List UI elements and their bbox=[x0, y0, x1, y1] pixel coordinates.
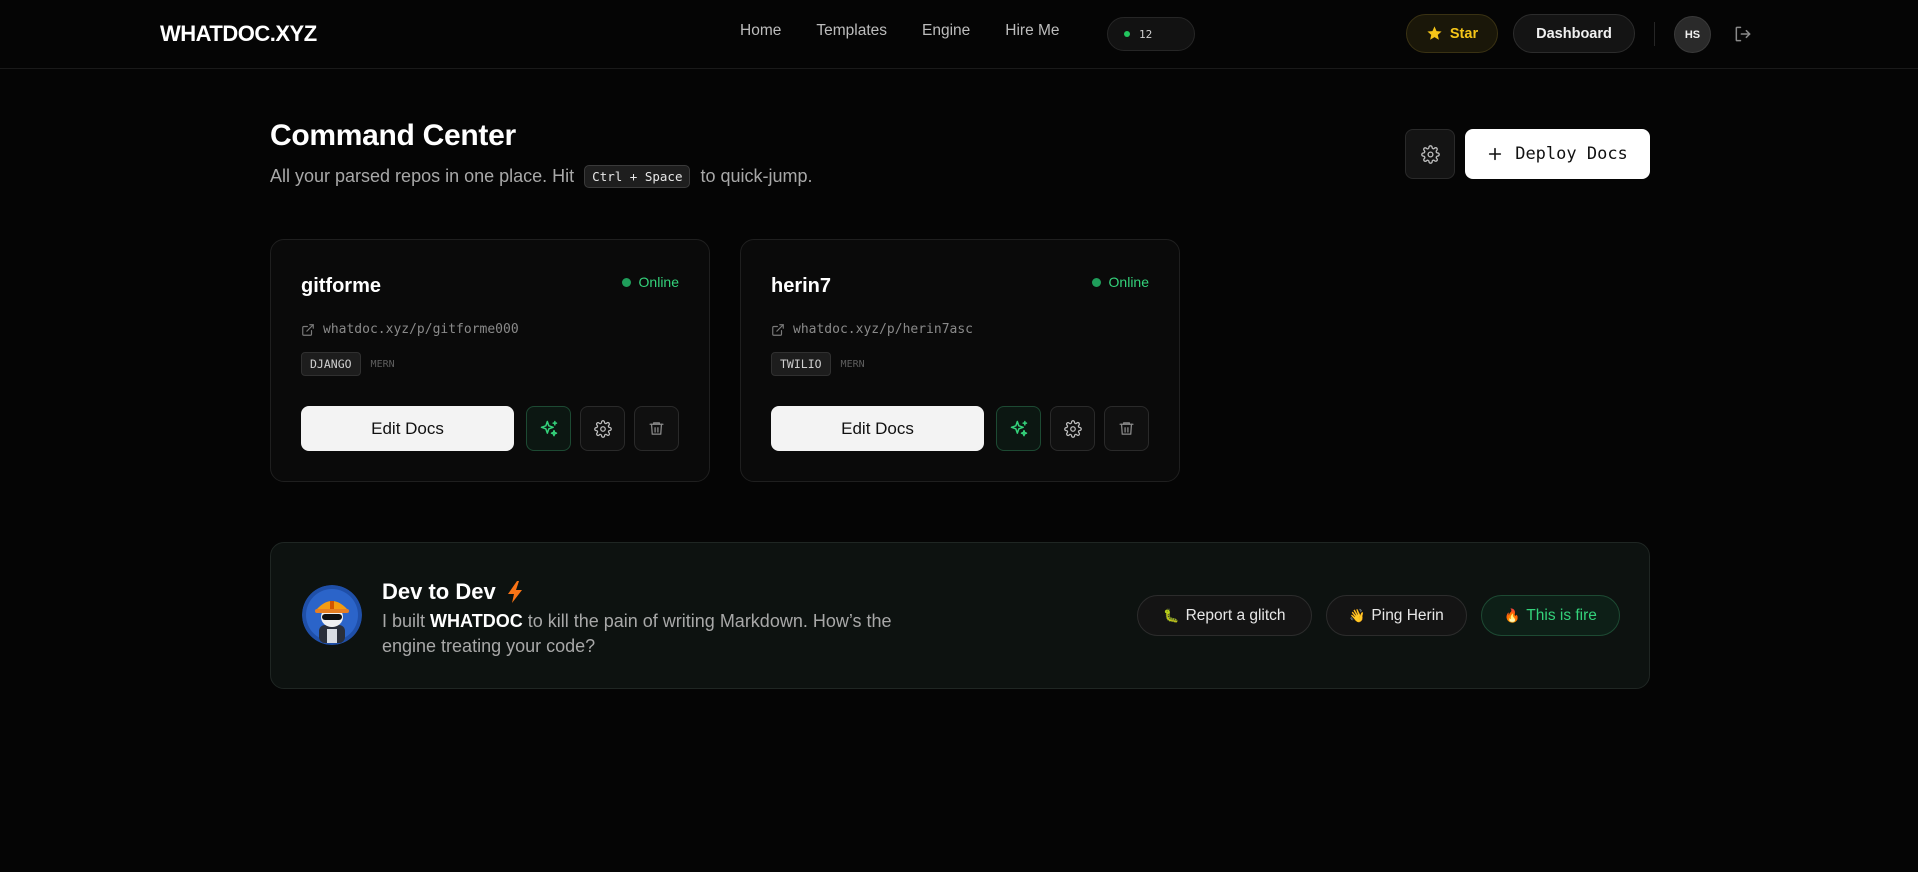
external-link-icon bbox=[772, 323, 784, 336]
status-dot-icon bbox=[1091, 277, 1101, 287]
developer-avatar bbox=[302, 585, 362, 645]
page-title: Command Center bbox=[270, 119, 516, 152]
project-name: herin7 bbox=[771, 275, 832, 297]
edit-docs-button[interactable]: Edit Docs bbox=[301, 406, 514, 451]
status-label: Online bbox=[638, 274, 679, 290]
global-settings-button[interactable] bbox=[1405, 129, 1455, 179]
brand-word: WHATDOC bbox=[430, 611, 523, 631]
ai-generate-button[interactable] bbox=[526, 406, 571, 451]
status-badge: Online bbox=[1091, 274, 1149, 290]
project-url: whatdoc.xyz/p/gitforme000 bbox=[323, 322, 519, 337]
project-url-link[interactable]: whatdoc.xyz/p/gitforme000 bbox=[301, 322, 519, 337]
status-label: Online bbox=[1108, 274, 1149, 290]
nav-hire-me[interactable]: Hire Me bbox=[1005, 22, 1059, 40]
delete-project-button[interactable] bbox=[1104, 406, 1149, 451]
banner-message: I built WHATDOC to kill the pain of writ… bbox=[382, 611, 892, 656]
ai-generate-button[interactable] bbox=[996, 406, 1041, 451]
fire-icon: 🔥 bbox=[1504, 607, 1521, 623]
project-card: herin7 Online whatdoc.xyz/p/herin7asc TW… bbox=[740, 239, 1180, 482]
subtitle-text-before: All your parsed repos in one place. Hit bbox=[270, 166, 575, 186]
logout-icon[interactable] bbox=[1733, 24, 1753, 44]
shortcut-key: Ctrl + Space bbox=[584, 165, 691, 188]
user-avatar[interactable]: HS bbox=[1674, 16, 1711, 53]
wave-icon: 👋 bbox=[1349, 607, 1366, 623]
status-badge: Online bbox=[621, 274, 679, 290]
project-tags: TWILIO MERN bbox=[771, 352, 865, 376]
gear-icon bbox=[1420, 144, 1440, 164]
dashboard-button[interactable]: Dashboard bbox=[1513, 14, 1635, 53]
project-url-link[interactable]: whatdoc.xyz/p/herin7asc bbox=[771, 322, 973, 337]
main-nav: Home Templates Engine Hire Me bbox=[740, 22, 1060, 40]
plus-icon bbox=[1489, 147, 1502, 161]
header-divider bbox=[1654, 22, 1655, 46]
star-button[interactable]: Star bbox=[1406, 14, 1498, 53]
deploy-label: Deploy Docs bbox=[1515, 144, 1628, 164]
live-users-badge: 12 bbox=[1107, 17, 1195, 51]
sparkles-icon bbox=[1010, 420, 1027, 436]
project-settings-button[interactable] bbox=[580, 406, 625, 451]
top-navbar: WHATDOC.XYZ Home Templates Engine Hire M… bbox=[0, 0, 1918, 69]
stack-tag: MERN bbox=[840, 358, 865, 370]
gear-icon bbox=[593, 419, 612, 438]
external-link-icon bbox=[302, 323, 314, 336]
sparkles-icon bbox=[540, 420, 557, 436]
star-icon bbox=[1427, 26, 1442, 40]
this-is-fire-button[interactable]: 🔥 This is fire bbox=[1481, 595, 1620, 636]
dev-feedback-banner: Dev to Dev I built WHATDOC to kill the p… bbox=[270, 542, 1650, 689]
edit-docs-button[interactable]: Edit Docs bbox=[771, 406, 984, 451]
brand-logo[interactable]: WHATDOC.XYZ bbox=[160, 21, 317, 47]
deploy-docs-button[interactable]: Deploy Docs bbox=[1465, 129, 1650, 179]
project-settings-button[interactable] bbox=[1050, 406, 1095, 451]
project-tags: DJANGO MERN bbox=[301, 352, 395, 376]
trash-icon bbox=[649, 422, 664, 435]
page-subtitle: All your parsed repos in one place. Hit … bbox=[270, 165, 813, 188]
live-count: 12 bbox=[1139, 27, 1153, 41]
ping-herin-button[interactable]: 👋 Ping Herin bbox=[1326, 595, 1467, 636]
nav-engine[interactable]: Engine bbox=[922, 22, 970, 40]
gear-icon bbox=[1063, 419, 1082, 438]
trash-icon bbox=[1119, 422, 1134, 435]
star-label: Star bbox=[1449, 25, 1479, 42]
framework-tag: DJANGO bbox=[301, 352, 361, 376]
delete-project-button[interactable] bbox=[634, 406, 679, 451]
subtitle-text-after: to quick-jump. bbox=[700, 166, 813, 186]
report-glitch-button[interactable]: 🐛 Report a glitch bbox=[1137, 595, 1312, 636]
lightning-icon bbox=[507, 581, 522, 603]
stack-tag: MERN bbox=[370, 358, 395, 370]
project-name: gitforme bbox=[301, 275, 381, 297]
bug-icon: 🐛 bbox=[1163, 607, 1180, 623]
banner-title: Dev to Dev bbox=[382, 579, 524, 605]
nav-home[interactable]: Home bbox=[740, 22, 781, 40]
project-card: gitforme Online whatdoc.xyz/p/gitforme00… bbox=[270, 239, 710, 482]
project-url: whatdoc.xyz/p/herin7asc bbox=[793, 322, 974, 337]
live-dot-icon bbox=[1124, 31, 1130, 37]
nav-templates[interactable]: Templates bbox=[816, 22, 887, 40]
banner-title-text: Dev to Dev bbox=[382, 579, 496, 604]
status-dot-icon bbox=[621, 277, 631, 287]
framework-tag: TWILIO bbox=[771, 352, 831, 376]
